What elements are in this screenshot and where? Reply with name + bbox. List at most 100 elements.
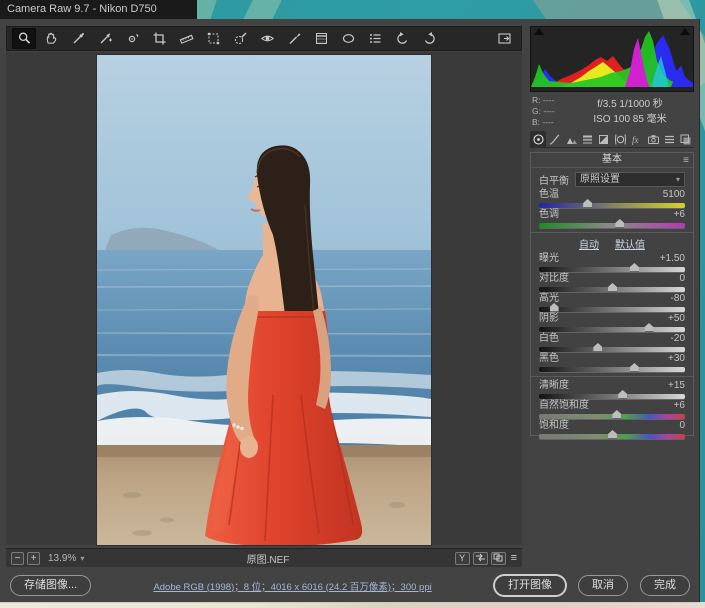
slider-track[interactable] <box>539 434 685 439</box>
auto-link[interactable]: 自动 <box>579 240 599 251</box>
slider-value[interactable]: -80 <box>671 293 685 305</box>
slider-whites: 白色 -20 <box>531 333 693 352</box>
straighten-tool-icon[interactable] <box>174 28 198 49</box>
auto-default-links: 自动 默认值 <box>531 236 693 251</box>
copy-settings-button[interactable] <box>491 552 506 565</box>
divider <box>531 232 693 233</box>
crop-tool-icon[interactable] <box>147 28 171 49</box>
window-title: Camera Raw 9.7 - Nikon D750 <box>0 0 197 19</box>
cancel-button[interactable]: 取消 <box>578 575 628 596</box>
basic-panel: 基本 ≡ 白平衡 原照设置 ▾ 色温5100 色调+6 <box>530 152 694 436</box>
slider-label: 色调 <box>539 209 559 221</box>
slider-value[interactable]: +50 <box>668 313 685 325</box>
zoom-in-button[interactable]: + <box>27 552 40 565</box>
readouts: R: ---- G: ---- B: ---- f/3.5 1/1000 秒 I… <box>530 95 694 129</box>
white-balance-select[interactable]: 原照设置 ▾ <box>575 172 685 187</box>
slider-value[interactable]: 0 <box>679 273 685 285</box>
tab-presets[interactable] <box>661 131 677 147</box>
shadow-clipping-icon[interactable] <box>534 28 544 35</box>
preview-canvas[interactable] <box>6 52 522 545</box>
default-link[interactable]: 默认值 <box>615 240 645 251</box>
tab-basic[interactable] <box>530 131 546 147</box>
slider-value[interactable]: +6 <box>674 400 685 412</box>
divider <box>531 376 693 377</box>
save-image-button[interactable]: 存储图像... <box>10 575 91 596</box>
tab-lens-corrections[interactable] <box>612 131 628 147</box>
slider-label: 色温 <box>539 189 559 201</box>
color-sampler-icon[interactable] <box>93 28 117 49</box>
targeted-adjustment-icon[interactable] <box>120 28 144 49</box>
photo-preview[interactable] <box>97 55 431 545</box>
spot-removal-icon[interactable] <box>228 28 252 49</box>
tab-camera-calibration[interactable] <box>645 131 661 147</box>
histogram <box>530 26 694 92</box>
slider-temperature: 色温 5100 <box>531 189 693 208</box>
hand <box>240 436 258 458</box>
hand-tool-icon[interactable] <box>39 28 63 49</box>
slider-track[interactable] <box>539 394 685 399</box>
toggle-fullscreen-icon[interactable] <box>492 28 516 49</box>
rotate-left-icon[interactable] <box>390 28 414 49</box>
adjustment-brush-icon[interactable] <box>282 28 306 49</box>
slider-track[interactable] <box>539 203 685 208</box>
adjustments-panel: R: ---- G: ---- B: ---- f/3.5 1/1000 秒 I… <box>530 26 694 570</box>
slider-track[interactable] <box>539 223 685 228</box>
slider-clarity: 清晰度+15 <box>531 380 693 399</box>
slider-label: 对比度 <box>539 273 569 285</box>
white-balance-eyedropper-icon[interactable] <box>66 28 90 49</box>
white-balance-dropdown-icon: ▾ <box>676 173 680 186</box>
tab-hsl-grayscale[interactable] <box>579 131 595 147</box>
slider-value[interactable]: 0 <box>679 420 685 432</box>
slider-label: 曝光 <box>539 253 559 265</box>
transform-tool-icon[interactable] <box>201 28 225 49</box>
slider-track[interactable] <box>539 414 685 419</box>
zoom-tool-icon[interactable] <box>12 28 36 49</box>
red-eye-removal-icon[interactable] <box>255 28 279 49</box>
slider-value[interactable]: +15 <box>668 380 685 392</box>
slider-value[interactable]: +30 <box>668 353 685 365</box>
slider-value[interactable]: 5100 <box>663 189 685 201</box>
done-button[interactable]: 完成 <box>640 575 690 596</box>
slider-value[interactable]: -20 <box>671 333 685 345</box>
rotate-right-icon[interactable] <box>417 28 441 49</box>
open-image-button[interactable]: 打开图像 <box>494 575 566 596</box>
graduated-filter-icon[interactable] <box>309 28 333 49</box>
preview-menu-icon[interactable]: ≡ <box>511 552 517 564</box>
preferences-icon[interactable] <box>363 28 387 49</box>
tab-snapshots[interactable] <box>678 131 694 147</box>
slider-label: 白色 <box>539 333 559 345</box>
workflow-options-link[interactable]: Adobe RGB (1998)；8 位；4016 x 6016 (24.2 百… <box>91 579 494 593</box>
slider-track[interactable] <box>539 327 685 332</box>
highlight-clipping-icon[interactable] <box>680 28 690 35</box>
slider-track[interactable] <box>539 307 685 312</box>
filename-label: 原图.NEF <box>84 551 451 566</box>
wallpaper-bottom-strip <box>0 602 705 608</box>
slider-label: 高光 <box>539 293 559 305</box>
svg-text:fx: fx <box>632 135 639 145</box>
camera-raw-dialog: − + 13.9% ▾ 原图.NEF Y ≡ <box>0 19 700 602</box>
slider-track[interactable] <box>539 267 685 272</box>
slider-track[interactable] <box>539 347 685 352</box>
slider-contrast: 对比度 0 <box>531 273 693 292</box>
before-after-view-button[interactable]: Y <box>455 552 470 565</box>
exif-aperture-shutter: f/3.5 1/1000 秒 <box>566 97 694 112</box>
tab-split-toning[interactable] <box>596 131 612 147</box>
slider-label: 饱和度 <box>539 420 569 432</box>
dialog-footer: 存储图像... Adobe RGB (1998)；8 位；4016 x 6016… <box>0 570 700 601</box>
swap-before-after-button[interactable] <box>473 552 488 565</box>
exif-iso-focal: ISO 100 85 毫米 <box>566 112 694 127</box>
white-balance-row: 白平衡 原照设置 ▾ <box>531 168 693 188</box>
tab-effects[interactable]: fx <box>628 131 644 147</box>
tab-tone-curve[interactable] <box>546 131 562 147</box>
preview-status-bar: − + 13.9% ▾ 原图.NEF Y ≡ <box>6 548 522 567</box>
radial-filter-icon[interactable] <box>336 28 360 49</box>
slider-track[interactable] <box>539 367 685 372</box>
zoom-out-button[interactable]: − <box>11 552 24 565</box>
tab-detail[interactable] <box>563 131 579 147</box>
basic-panel-menu-icon[interactable]: ≡ <box>683 154 689 168</box>
slider-track[interactable] <box>539 287 685 292</box>
slider-value[interactable]: +6 <box>674 209 685 221</box>
zoom-level-value[interactable]: 13.9% <box>48 553 76 564</box>
panel-tabs: fx <box>530 131 694 148</box>
slider-value[interactable]: +1.50 <box>660 253 685 265</box>
